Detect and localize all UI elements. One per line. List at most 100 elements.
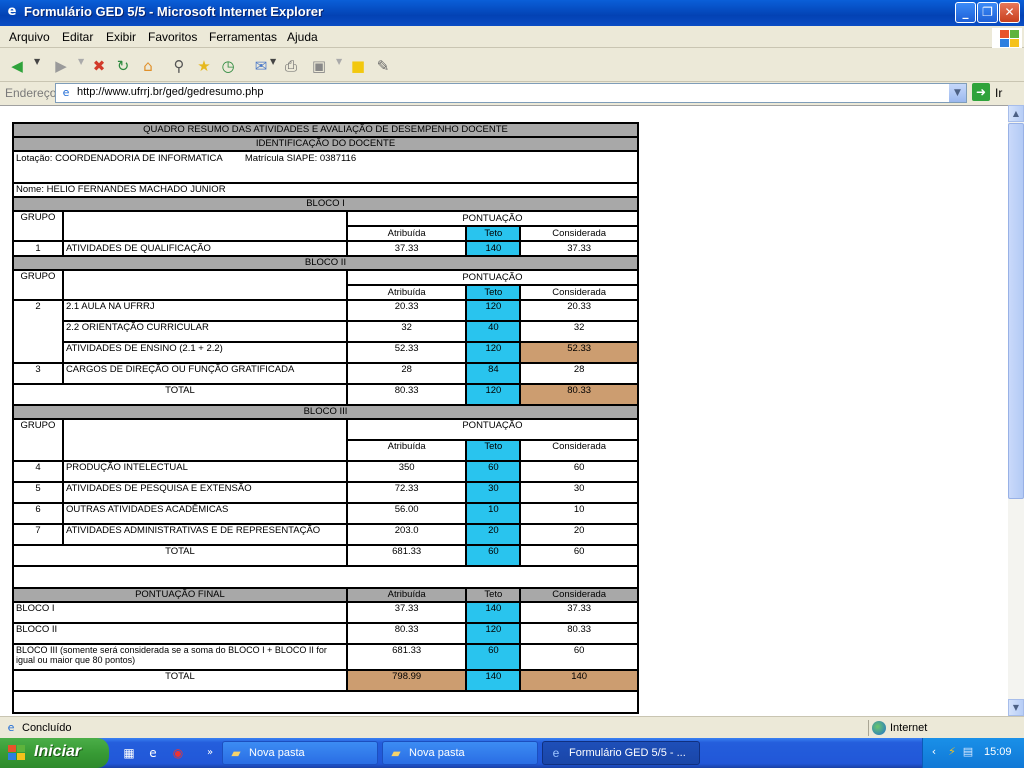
menu-ajuda[interactable]: Ajuda: [287, 30, 318, 44]
print-icon[interactable]: ⎙: [280, 55, 302, 77]
final-label-cell: BLOCO III (somente será considerada se a…: [12, 643, 348, 671]
windows-logo-icon: [992, 28, 1022, 48]
edit-icon[interactable]: ▣: [308, 55, 330, 77]
table-row: ATIVIDADES DE ENSINO (2.1 + 2.2) 52.33 1…: [13, 341, 639, 364]
home-icon[interactable]: ⌂: [137, 55, 159, 77]
atribuida-cell: 37.33: [345, 601, 468, 624]
maximize-button[interactable]: ❐: [977, 2, 998, 23]
ie-icon: e: [552, 746, 560, 760]
vertical-scrollbar[interactable]: ▲ ▼: [1008, 105, 1024, 716]
windows-flag-icon: [8, 745, 26, 761]
task-formulario-ged[interactable]: e Formulário GED 5/5 - ...: [542, 741, 700, 765]
scroll-up-icon[interactable]: ▲: [1008, 105, 1024, 122]
address-input[interactable]: e http://www.ufrrj.br/ged/gedresumo.php …: [55, 83, 967, 103]
total-label: TOTAL: [12, 544, 348, 567]
desc-cell: CARGOS DE DIREÇÃO OU FUNÇÃO GRATIFICADA: [61, 362, 348, 385]
atribuida-cell: 56.00: [345, 502, 468, 525]
atribuida-cell: 20.33: [345, 299, 468, 322]
status-text: Concluído: [22, 722, 72, 734]
quicklaunch-ie-icon[interactable]: e: [145, 745, 161, 761]
tray-expand-icon[interactable]: ‹: [927, 745, 941, 759]
col-grupo-header: GRUPO: [12, 210, 64, 242]
desc-header-blank: [61, 418, 348, 462]
address-url[interactable]: http://www.ufrrj.br/ged/gedresumo.php: [77, 86, 263, 98]
forward-icon[interactable]: ▶: [50, 55, 72, 77]
table-row: BLOCO III (somente será considerada se a…: [12, 643, 639, 671]
teto-cell: 10: [465, 502, 522, 525]
mail-icon[interactable]: ✉: [250, 55, 272, 77]
quicklaunch-desktop-icon[interactable]: ▦: [121, 745, 137, 761]
taskbar: Iniciar ▦ e ◉ » ▰ Nova pasta ▰ Nova past…: [0, 738, 1024, 768]
toolbar: ◀ ▼ ▶ ▼ ✖ ↻ ⌂ ⚲ ★ ◷ ✉ ▼ ⎙ ▣ ▼ ■ ✎: [0, 49, 1024, 82]
title-bar[interactable]: e Formulário GED 5/5 - Microsoft Interne…: [0, 0, 1024, 26]
close-button[interactable]: ✕: [999, 2, 1020, 23]
window-title: Formulário GED 5/5 - Microsoft Internet …: [24, 4, 324, 19]
col-pontuacao-header: PONTUAÇÃO: [345, 210, 640, 227]
atribuida-cell: 72.33: [345, 481, 468, 504]
final-title: PONTUAÇÃO FINAL: [12, 587, 348, 603]
forward-dropdown-icon[interactable]: ▼: [78, 57, 84, 66]
refresh-icon[interactable]: ↻: [112, 55, 134, 77]
atribuida-cell: 681.33: [345, 643, 468, 671]
task-nova-pasta-1[interactable]: ▰ Nova pasta: [222, 741, 378, 765]
discuss-icon[interactable]: ■: [347, 55, 369, 77]
bloco2-title: BLOCO II: [12, 255, 639, 271]
system-tray: ‹ ⚡ ▤ 15:09: [922, 738, 1024, 768]
considerada-cell: 37.33: [519, 240, 639, 257]
table-row: 3 CARGOS DE DIREÇÃO OU FUNÇÃO GRATIFICAD…: [12, 362, 639, 385]
grupo-cell: 1: [12, 240, 64, 257]
considerada-cell: 20: [519, 523, 639, 546]
folder-icon: ▰: [231, 746, 241, 760]
desc-cell: 2.2 ORIENTAÇÃO CURRICULAR: [61, 320, 348, 343]
teto-cell: 140: [465, 240, 522, 257]
menu-editar[interactable]: Editar: [62, 30, 93, 44]
considerada-cell: 10: [519, 502, 639, 525]
task-nova-pasta-2[interactable]: ▰ Nova pasta: [382, 741, 538, 765]
desc-cell: ATIVIDADES DE ENSINO (2.1 + 2.2): [61, 341, 348, 364]
col-atribuida-header: Atribuída: [345, 439, 468, 462]
start-button[interactable]: Iniciar: [0, 738, 109, 768]
history-icon[interactable]: ◷: [217, 55, 239, 77]
teto-cell: 84: [465, 362, 522, 385]
teto-cell: 120: [465, 341, 522, 364]
menu-exibir[interactable]: Exibir: [106, 30, 136, 44]
edit-dropdown-icon[interactable]: ▼: [336, 57, 342, 66]
menu-ferramentas[interactable]: Ferramentas: [209, 30, 277, 44]
tray-power-icon[interactable]: ⚡: [945, 745, 959, 759]
considerada-cell: 37.33: [519, 601, 639, 624]
scroll-thumb[interactable]: [1008, 123, 1024, 499]
favorites-icon[interactable]: ★: [193, 55, 215, 77]
final-col-atribuida: Atribuída: [345, 587, 468, 603]
back-icon[interactable]: ◀: [6, 55, 28, 77]
total-teto-cell: 60: [465, 544, 522, 567]
menu-arquivo[interactable]: Arquivo: [9, 30, 50, 44]
lotacao-text: Lotação: COORDENADORIA DE INFORMATICA: [16, 153, 223, 164]
scroll-down-icon[interactable]: ▼: [1008, 699, 1024, 716]
clock[interactable]: 15:09: [984, 746, 1012, 758]
total-row: TOTAL 681.33 60 60: [12, 544, 639, 567]
quicklaunch-media-icon[interactable]: ◉: [170, 745, 186, 761]
messenger-icon[interactable]: ✎: [372, 55, 394, 77]
mail-dropdown-icon[interactable]: ▼: [270, 57, 276, 66]
menu-favoritos[interactable]: Favoritos: [148, 30, 197, 44]
tray-network-icon[interactable]: ▤: [961, 745, 975, 759]
teto-cell: 40: [465, 320, 522, 343]
search-icon[interactable]: ⚲: [168, 55, 190, 77]
address-dropdown-icon[interactable]: ▼: [949, 84, 966, 102]
final-total-atribuida-cell: 798.99: [345, 669, 468, 692]
table-row: BLOCO II 80.33 120 80.33: [12, 622, 639, 645]
grupo-cell: 6: [12, 502, 64, 525]
go-arrow-icon[interactable]: ➜: [972, 83, 990, 101]
grupo-cell: 7: [12, 523, 64, 546]
minimize-button[interactable]: _: [955, 2, 976, 23]
atribuida-cell: 37.33: [345, 240, 468, 257]
go-button[interactable]: Ir: [995, 86, 1002, 100]
final-label-cell: BLOCO II: [12, 622, 348, 645]
back-dropdown-icon[interactable]: ▼: [34, 57, 40, 66]
page-icon: e: [62, 86, 70, 99]
quicklaunch-expand-icon[interactable]: »: [202, 745, 218, 761]
grupo-cell: 4: [12, 460, 64, 483]
grupo-cell: 3: [12, 362, 64, 385]
stop-icon[interactable]: ✖: [88, 55, 110, 77]
col-atribuida-header: Atribuída: [345, 284, 468, 301]
